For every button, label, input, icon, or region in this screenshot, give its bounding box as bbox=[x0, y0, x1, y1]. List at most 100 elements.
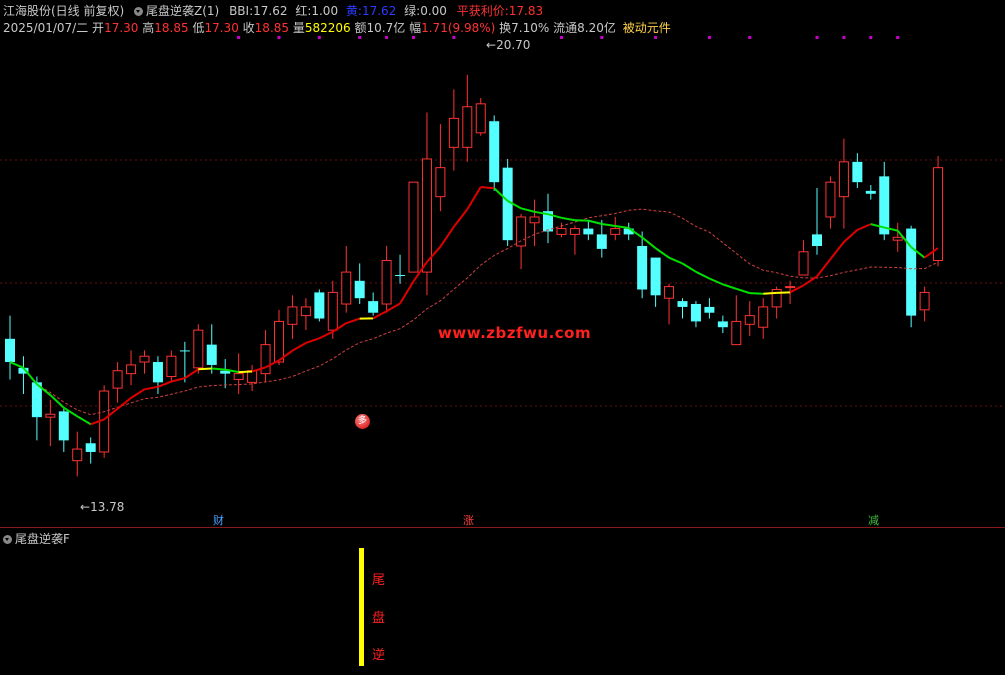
ma-dashed-line bbox=[10, 209, 938, 415]
bbi-line-segment bbox=[521, 208, 534, 211]
candle-body bbox=[826, 182, 835, 217]
bbi-line-segment bbox=[185, 369, 198, 378]
event-label-finance[interactable]: 财 bbox=[213, 512, 224, 528]
marker-dot bbox=[654, 36, 657, 39]
high-price-label: 20.70 bbox=[496, 38, 530, 52]
candle-body bbox=[570, 229, 579, 235]
bbi-line-segment bbox=[118, 398, 131, 409]
candle-body bbox=[893, 237, 902, 240]
marker-dot bbox=[412, 36, 415, 39]
marker-dot bbox=[452, 36, 455, 39]
bbi-line-segment bbox=[750, 293, 763, 294]
bbi-line-segment bbox=[817, 259, 830, 276]
candle-body bbox=[234, 374, 243, 380]
candle-body bbox=[409, 182, 418, 272]
bbi-line-segment bbox=[602, 224, 615, 226]
marker-dot bbox=[318, 36, 321, 39]
bbi-line-segment bbox=[23, 368, 36, 384]
bbi-line-segment bbox=[683, 263, 696, 271]
signal-char: 多 bbox=[358, 416, 367, 426]
marker-dot bbox=[237, 36, 240, 39]
candle-body bbox=[46, 414, 55, 417]
candle-body bbox=[314, 292, 324, 318]
sub-panel-title[interactable]: 尾盘逆袭F bbox=[15, 532, 70, 546]
candle-body bbox=[207, 345, 217, 365]
candle-body bbox=[678, 301, 688, 307]
candlestick-chart[interactable] bbox=[0, 0, 1005, 527]
signal-bar bbox=[359, 548, 364, 666]
marker-dot bbox=[385, 36, 388, 39]
bbi-line-segment bbox=[723, 284, 736, 288]
signal-text-3: 逆 bbox=[372, 636, 385, 675]
candle-body bbox=[436, 168, 445, 197]
bbi-line-segment bbox=[239, 371, 252, 372]
candle-body bbox=[449, 118, 458, 147]
candle-body bbox=[194, 330, 203, 368]
candle-body bbox=[382, 260, 391, 304]
candle-body bbox=[530, 217, 539, 223]
candle-body bbox=[557, 229, 566, 235]
bbi-line-segment bbox=[844, 230, 857, 242]
candle-body bbox=[597, 234, 607, 249]
candle-body bbox=[852, 162, 862, 182]
candle-body bbox=[866, 191, 876, 194]
bbi-line-segment bbox=[131, 389, 144, 398]
candle-body bbox=[180, 350, 190, 351]
event-label-reduce[interactable]: 减 bbox=[868, 512, 879, 528]
candle-body bbox=[489, 121, 499, 182]
bbi-line-segment bbox=[656, 248, 669, 257]
bbi-line-segment bbox=[777, 292, 790, 293]
bbi-line-segment bbox=[400, 281, 413, 303]
candle-body bbox=[59, 411, 69, 440]
event-label-rise[interactable]: 涨 bbox=[463, 512, 474, 528]
bbi-line-segment bbox=[306, 338, 319, 343]
bbi-line-segment bbox=[736, 289, 749, 293]
candle-body bbox=[275, 321, 284, 362]
marker-dot bbox=[869, 36, 872, 39]
bbi-line-segment bbox=[346, 319, 359, 324]
candle-body bbox=[140, 356, 149, 362]
bbi-line-segment bbox=[830, 242, 843, 259]
candle-body bbox=[342, 272, 351, 304]
candle-body bbox=[328, 292, 337, 330]
candle-body bbox=[113, 371, 122, 388]
bbi-line-segment bbox=[615, 226, 628, 228]
marker-dot bbox=[358, 36, 361, 39]
candle-body bbox=[745, 316, 754, 325]
candle-body bbox=[732, 321, 741, 344]
marker-dot bbox=[600, 36, 603, 39]
candle-body bbox=[704, 307, 714, 313]
bbi-line-segment bbox=[467, 187, 480, 209]
signal-text-2: 盘 bbox=[372, 599, 385, 638]
candle-body bbox=[463, 107, 472, 148]
marker-dot bbox=[842, 36, 845, 39]
bbi-line-segment bbox=[454, 209, 467, 227]
candle-body bbox=[368, 301, 378, 313]
candle-body bbox=[355, 281, 365, 298]
candle-body bbox=[637, 246, 647, 290]
bbi-line-segment bbox=[145, 387, 158, 389]
candle-body bbox=[920, 292, 929, 309]
left-arrow-icon: ← bbox=[80, 500, 90, 514]
candle-body bbox=[718, 321, 728, 327]
candle-body bbox=[86, 443, 96, 452]
candle-body bbox=[301, 307, 310, 316]
dropdown-icon[interactable] bbox=[3, 535, 12, 544]
candle-body bbox=[5, 339, 15, 362]
candle-body bbox=[812, 234, 822, 246]
candle-body bbox=[422, 159, 431, 272]
candle-body bbox=[167, 356, 176, 376]
candle-body bbox=[691, 304, 701, 321]
candle-body bbox=[799, 252, 808, 275]
marker-dot bbox=[748, 36, 751, 39]
sub-indicator-panel[interactable]: 尾盘逆袭F 尾 盘 逆 bbox=[0, 528, 1005, 666]
bbi-line-segment bbox=[857, 224, 870, 230]
bbi-line-segment bbox=[561, 218, 574, 220]
bbi-line-segment bbox=[763, 293, 776, 294]
marker-dot bbox=[896, 36, 899, 39]
bbi-line-segment bbox=[50, 395, 63, 408]
bbi-line-segment bbox=[10, 362, 23, 368]
candle-body bbox=[73, 449, 82, 461]
candle-body bbox=[127, 365, 136, 374]
candle-body bbox=[786, 287, 795, 288]
